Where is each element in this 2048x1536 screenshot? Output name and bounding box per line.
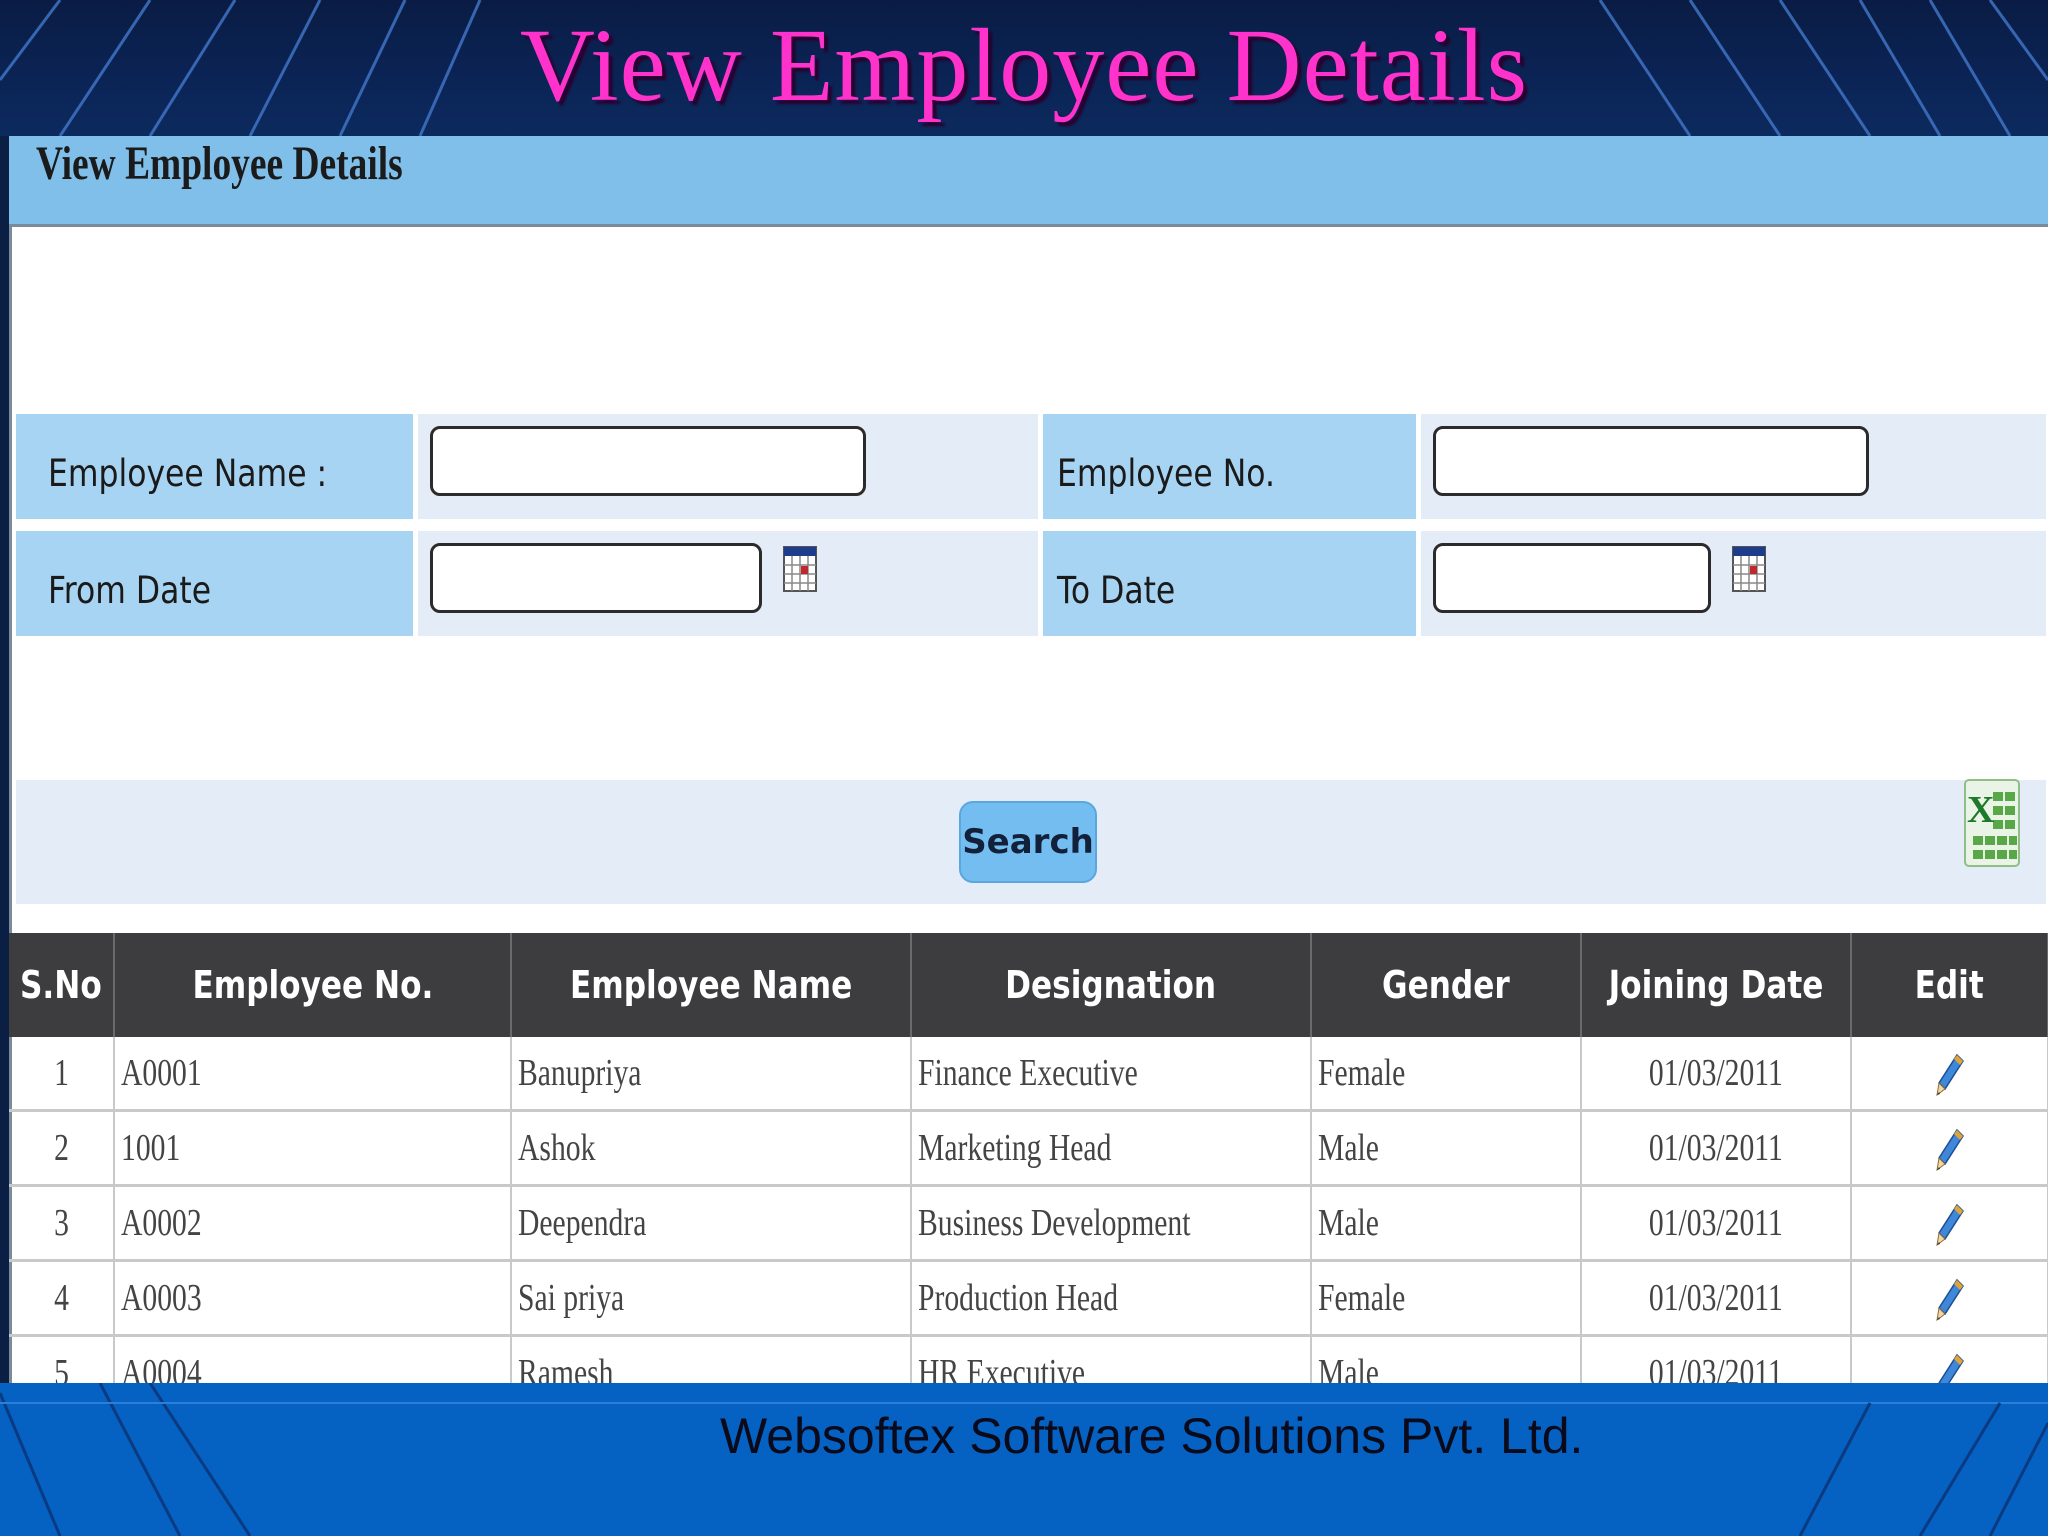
pencil-icon[interactable] (1935, 1128, 1965, 1172)
cell-employee-name: Banupriya (511, 1037, 912, 1112)
search-row: Search (16, 780, 2046, 904)
cell-edit (1851, 1335, 2048, 1383)
cell-edit (1851, 1260, 2048, 1337)
employee-no-label: Employee No. (1057, 452, 1275, 495)
cell-joining-date: 01/03/2011 (1581, 1110, 1852, 1187)
slide-header-banner: View Employee Details (0, 0, 2048, 136)
cell-employee-name: Ramesh (511, 1335, 912, 1383)
cell-edit (1851, 1110, 2048, 1187)
svg-text:X: X (1967, 789, 1994, 831)
cell-sno: 3 (9, 1185, 115, 1262)
employee-table: S.No Employee No. Employee Name Designat… (9, 933, 2048, 1383)
form-row-name: Employee Name : Employee No. (16, 414, 2046, 519)
employee-no-label-cell: Employee No. (1043, 414, 1416, 519)
cell-employee-no: A0001 (114, 1037, 512, 1112)
table-header-row: S.No Employee No. Employee Name Designat… (9, 933, 2048, 1037)
to-date-label: To Date (1057, 569, 1176, 612)
cell-designation: Business Development (911, 1185, 1312, 1262)
cell-joining-date: 01/03/2011 (1581, 1185, 1852, 1262)
cell-edit (1851, 1185, 2048, 1262)
cell-sno: 4 (9, 1260, 115, 1337)
cell-employee-no: A0002 (114, 1185, 512, 1262)
column-header-gender[interactable]: Gender (1311, 933, 1582, 1037)
table-row: 4 A0003 Sai priya Production Head Female 01/0… (9, 1260, 2048, 1337)
employee-name-cell (418, 414, 1038, 519)
cell-designation: Marketing Head (911, 1110, 1312, 1187)
pencil-icon[interactable] (1935, 1203, 1965, 1247)
pencil-icon[interactable] (1935, 1278, 1965, 1322)
pencil-icon[interactable] (1935, 1053, 1965, 1097)
employee-details-panel: View Employee Details Employee Name : Em… (9, 136, 2048, 1383)
to-date-input[interactable] (1433, 543, 1711, 613)
employee-name-label: Employee Name : (48, 452, 328, 495)
cell-gender: Male (1311, 1110, 1582, 1187)
cell-joining-date: 01/03/2011 (1581, 1260, 1852, 1337)
cell-gender: Female (1311, 1037, 1582, 1112)
cell-sno: 2 (9, 1110, 115, 1187)
column-header-joining-date[interactable]: Joining Date (1581, 933, 1852, 1037)
column-header-sno[interactable]: S.No (9, 933, 115, 1037)
employee-name-input[interactable] (430, 426, 866, 496)
slide-footer-banner: Websoftex Software Solutions Pvt. Ltd. (0, 1383, 2048, 1536)
excel-icon[interactable]: X (1959, 776, 2023, 870)
to-date-cell (1421, 531, 2046, 636)
slide-title: View Employee Details (519, 8, 1529, 123)
search-button[interactable]: Search (959, 801, 1097, 883)
cell-employee-no: 1001 (114, 1110, 512, 1187)
cell-gender: Male (1311, 1335, 1582, 1383)
column-header-edit: Edit (1851, 933, 2048, 1037)
from-date-input[interactable] (430, 543, 762, 613)
footer-company-name: Websoftex Software Solutions Pvt. Ltd. (720, 1408, 1584, 1464)
cell-sno: 5 (9, 1335, 115, 1383)
calendar-icon[interactable] (783, 545, 817, 593)
table-row: 3 A0002 Deependra Business Development Male 0… (9, 1185, 2048, 1262)
cell-designation: Finance Executive (911, 1037, 1312, 1112)
cell-employee-no: A0004 (114, 1335, 512, 1383)
cell-designation: HR Executive (911, 1335, 1312, 1383)
employee-name-label-cell: Employee Name : (16, 414, 413, 519)
from-date-cell (418, 531, 1038, 636)
from-date-label-cell: From Date (16, 531, 413, 636)
table-row: 1 A0001 Banupriya Finance Executive Female 01… (9, 1037, 2048, 1112)
pencil-icon[interactable] (1935, 1353, 1965, 1383)
panel-title: View Employee Details (36, 137, 403, 190)
to-date-label-cell: To Date (1043, 531, 1416, 636)
cell-employee-no: A0003 (114, 1260, 512, 1337)
calendar-icon[interactable] (1732, 545, 1766, 593)
cell-gender: Male (1311, 1185, 1582, 1262)
column-header-designation[interactable]: Designation (911, 933, 1312, 1037)
cell-joining-date: 01/03/2011 (1581, 1037, 1852, 1112)
column-header-employee-no[interactable]: Employee No. (114, 933, 512, 1037)
form-row-dates: From Date To Date (16, 531, 2046, 636)
cell-employee-name: Ashok (511, 1110, 912, 1187)
cell-joining-date: 01/03/2011 (1581, 1335, 1852, 1383)
cell-edit (1851, 1037, 2048, 1112)
panel-header: View Employee Details (9, 136, 2048, 227)
cell-employee-name: Deependra (511, 1185, 912, 1262)
employee-no-input[interactable] (1433, 426, 1869, 496)
column-header-employee-name[interactable]: Employee Name (511, 933, 912, 1037)
from-date-label: From Date (48, 569, 212, 612)
cell-employee-name: Sai priya (511, 1260, 912, 1337)
cell-gender: Female (1311, 1260, 1582, 1337)
cell-sno: 1 (9, 1037, 115, 1112)
cell-designation: Production Head (911, 1260, 1312, 1337)
employee-no-cell (1421, 414, 2046, 519)
table-row: 5 A0004 Ramesh HR Executive Male 01/03/2011 (9, 1335, 2048, 1383)
table-row: 2 1001 Ashok Marketing Head Male 01/03/2011 (9, 1110, 2048, 1187)
